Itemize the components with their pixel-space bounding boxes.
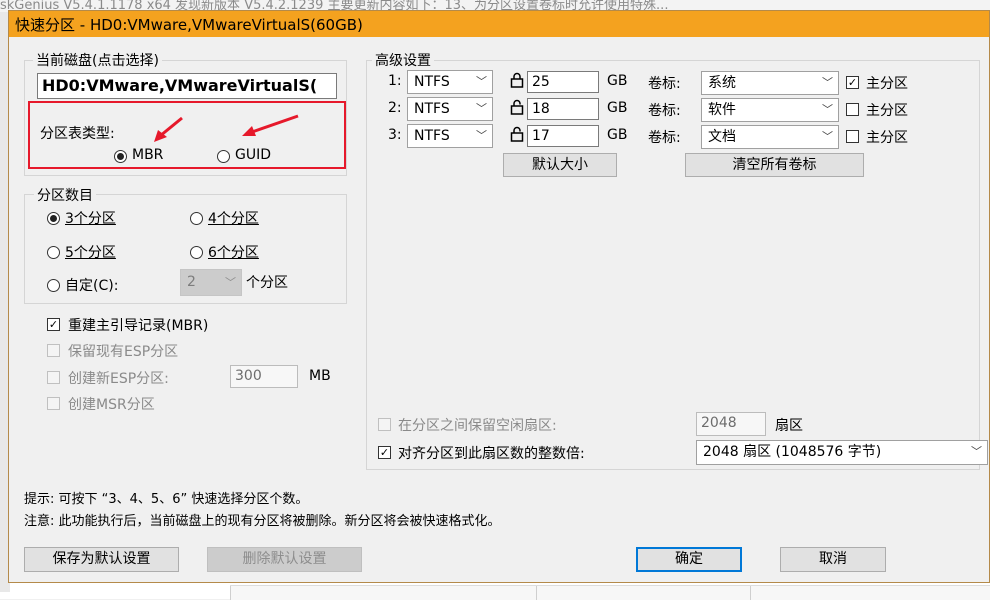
volume-label-text: 卷标: xyxy=(648,76,681,92)
radio-6-partitions[interactable] xyxy=(190,246,203,259)
primary-checkbox-2[interactable] xyxy=(846,103,859,116)
radio-3-partitions[interactable] xyxy=(47,212,60,225)
keep-esp-label: 保留现有ESP分区 xyxy=(68,344,179,360)
radio-custom[interactable] xyxy=(47,279,60,292)
cancel-button[interactable]: 取消 xyxy=(780,547,886,572)
volume-value: 软件 xyxy=(708,102,736,118)
primary-checkbox-1[interactable]: ✓ xyxy=(846,76,859,89)
mbr-label[interactable]: MBR xyxy=(132,147,163,163)
radio-4-partitions[interactable] xyxy=(190,212,203,225)
lock-closed-icon[interactable] xyxy=(510,72,524,88)
volume-label-text: 卷标: xyxy=(648,130,681,146)
reserve-sectors-field[interactable]: 2048 xyxy=(696,412,766,436)
chevron-down-icon: ﹀ xyxy=(476,102,487,115)
annotation-arrows xyxy=(154,114,299,142)
keep-esp-checkbox[interactable] xyxy=(47,344,60,357)
label-5-partitions[interactable]: 5个分区 xyxy=(65,242,116,262)
label-custom[interactable]: 自定(C): xyxy=(65,275,118,295)
label-6-partitions[interactable]: 6个分区 xyxy=(208,242,259,262)
row-index: 2: xyxy=(388,100,402,116)
lock-open-icon[interactable] xyxy=(510,126,524,142)
esp-size-unit: MB xyxy=(309,368,331,384)
rebuild-mbr-label[interactable]: 重建主引导记录(MBR) xyxy=(68,315,208,335)
annotation-arrow-1 xyxy=(159,116,183,138)
save-default-button[interactable]: 保存为默认设置 xyxy=(24,547,179,572)
label-4-partitions[interactable]: 4个分区 xyxy=(208,208,259,228)
new-esp-checkbox[interactable] xyxy=(47,371,60,384)
dialog-titlebar: 快速分区 - HD0:VMware,VMwareVirtualS(60GB) xyxy=(9,11,989,37)
chevron-down-icon: ﹀ xyxy=(225,276,236,289)
partition-count-label: 分区数目 xyxy=(34,185,96,205)
dialog-title: 快速分区 - HD0:VMware,VMwareVirtualS(60GB) xyxy=(15,16,363,34)
hint-tip: 提示: 可按下 “3、4、5、6” 快速选择分区个数。 xyxy=(24,492,309,507)
gb-label: GB xyxy=(607,127,628,143)
reserve-sectors-unit: 扇区 xyxy=(775,418,803,434)
size-field-3[interactable]: 17 xyxy=(527,125,599,147)
row-index: 3: xyxy=(388,127,402,143)
guid-radio[interactable] xyxy=(217,150,230,163)
rebuild-mbr-checkbox[interactable]: ✓ xyxy=(47,318,60,331)
custom-count-suffix: 个分区 xyxy=(246,275,288,291)
hint-warning: 注意: 此功能执行后，当前磁盘上的现有分区将被删除。新分区将会被快速格式化。 xyxy=(24,514,501,529)
ok-button[interactable]: 确定 xyxy=(636,547,742,572)
volume-value: 系统 xyxy=(708,75,736,91)
align-select[interactable]: 2048 扇区 (1048576 字节) ﹀ xyxy=(696,440,988,465)
delete-default-button[interactable]: 删除默认设置 xyxy=(207,547,362,572)
align-value: 2048 扇区 (1048576 字节) xyxy=(703,444,882,460)
mbr-radio[interactable] xyxy=(114,150,127,163)
fs-select-3[interactable]: NTFS ﹀ xyxy=(407,124,493,148)
size-field-1[interactable]: 25 xyxy=(527,71,599,93)
primary-label[interactable]: 主分区 xyxy=(866,127,908,147)
current-disk-field[interactable]: HD0:VMware,VMwareVirtualS( xyxy=(37,73,337,99)
chevron-down-icon: ﹀ xyxy=(971,445,982,458)
volume-select-1[interactable]: 系统 ﹀ xyxy=(701,71,839,95)
lock-open-icon[interactable] xyxy=(510,99,524,115)
volume-value: 文档 xyxy=(708,129,736,145)
fs-value: NTFS xyxy=(414,101,450,117)
fs-select-1[interactable]: NTFS ﹀ xyxy=(407,70,493,94)
volume-label-text: 卷标: xyxy=(648,103,681,119)
row-index: 1: xyxy=(388,73,402,89)
gb-label: GB xyxy=(607,73,628,89)
current-disk-label: 当前磁盘(点击选择) xyxy=(33,50,162,70)
msr-label: 创建MSR分区 xyxy=(68,397,155,413)
msr-checkbox[interactable] xyxy=(47,397,60,410)
volume-select-3[interactable]: 文档 ﹀ xyxy=(701,125,839,149)
clear-labels-button[interactable]: 清空所有卷标 xyxy=(685,153,864,177)
reserve-sectors-label: 在分区之间保留空闲扇区: xyxy=(398,418,557,434)
size-field-2[interactable]: 18 xyxy=(527,98,599,120)
guid-label[interactable]: GUID xyxy=(235,147,271,163)
chevron-down-icon: ﹀ xyxy=(822,103,833,116)
advanced-settings-label: 高级设置 xyxy=(372,50,434,70)
fs-value: NTFS xyxy=(414,74,450,90)
custom-count-value: 2 xyxy=(187,274,196,290)
primary-label[interactable]: 主分区 xyxy=(866,100,908,120)
chevron-down-icon: ﹀ xyxy=(476,129,487,142)
fs-select-2[interactable]: NTFS ﹀ xyxy=(407,97,493,121)
chevron-down-icon: ﹀ xyxy=(476,75,487,88)
background-grid xyxy=(230,585,990,600)
annotation-arrowhead-2 xyxy=(242,126,256,136)
volume-select-2[interactable]: 软件 ﹀ xyxy=(701,98,839,122)
new-esp-label: 创建新ESP分区: xyxy=(68,371,169,387)
partition-table-label: 分区表类型: xyxy=(40,126,115,142)
primary-label[interactable]: 主分区 xyxy=(866,73,908,93)
align-checkbox[interactable]: ✓ xyxy=(378,446,391,459)
annotation-arrow-2 xyxy=(251,114,299,134)
label-3-partitions[interactable]: 3个分区 xyxy=(65,208,116,228)
primary-checkbox-3[interactable] xyxy=(846,130,859,143)
fs-value: NTFS xyxy=(414,128,450,144)
chevron-down-icon: ﹀ xyxy=(822,130,833,143)
radio-5-partitions[interactable] xyxy=(47,246,60,259)
align-label[interactable]: 对齐分区到此扇区数的整数倍: xyxy=(398,443,585,463)
custom-count-select[interactable]: 2 ﹀ xyxy=(180,269,242,296)
chevron-down-icon: ﹀ xyxy=(822,76,833,89)
gb-label: GB xyxy=(607,100,628,116)
advanced-settings-group xyxy=(366,60,980,470)
reserve-sectors-checkbox[interactable] xyxy=(378,418,391,431)
default-size-button[interactable]: 默认大小 xyxy=(503,153,617,177)
esp-size-field[interactable]: 300 xyxy=(230,365,298,388)
